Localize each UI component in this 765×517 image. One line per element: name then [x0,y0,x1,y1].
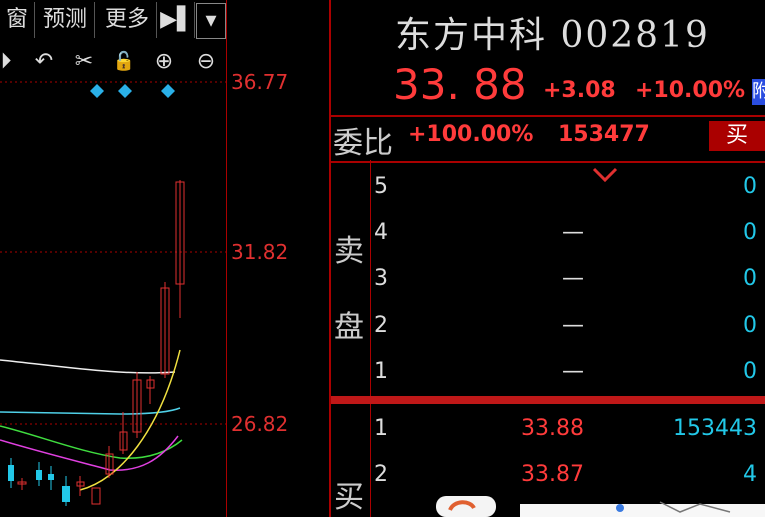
ma-line-magenta [0,435,179,471]
watermark-logo [436,496,765,517]
sell-level: 1 [374,359,388,384]
stock-title: 东方中科 002819 [395,15,710,56]
sell-price: — [562,266,584,291]
buy-level: 2 [374,462,388,487]
chart-border [226,0,227,517]
buy-volume: 4 [743,462,757,487]
buy-price: 33.88 [521,416,584,441]
sell-level: 5 [374,174,388,199]
orderbook-separator [370,404,371,517]
buy-side-label: 买 [334,480,364,515]
price-change: +3.08 [543,78,616,103]
buy-level: 1 [374,416,388,441]
price-axis-label: 36.77 [231,70,289,94]
sell-level: 4 [374,220,388,245]
sell-volume: 0 [743,220,757,245]
orderbook-separator [370,160,371,396]
sell-label: 卖 [334,234,364,269]
sell-volume: 0 [743,266,757,291]
sell-level: 2 [374,313,388,338]
event-marker [90,84,104,98]
last-price: 33. 88 [393,60,527,109]
ma-line-white [0,359,176,374]
book-divider [331,396,765,404]
buy-button[interactable]: 买 [709,121,765,151]
price-axis-label: 31.82 [231,240,289,264]
candle [91,487,101,505]
ma-line-green [0,425,183,459]
sell-price: — [562,220,584,245]
weibi-label: 委比 [333,126,393,161]
sell-volume: 0 [743,313,757,338]
buy-volume: 153443 [673,416,757,441]
sell-price: — [562,359,584,384]
weibi-percent: +100.00% [408,122,534,147]
sell-volume: 0 [743,174,757,199]
event-marker [118,84,132,98]
sell-volume: 0 [743,359,757,384]
weibi-value: 153477 [558,122,650,147]
price-change-pct: +10.00% [635,78,746,103]
sell-price: — [562,313,584,338]
ma-line-cyan [0,407,181,415]
side-tag[interactable]: 附 [752,79,765,105]
sell-level: 3 [374,266,388,291]
kline-chart-panel[interactable]: 窗 预测 更多 ▶▌ ▾ ⏵ ↶ ✂ 🔓 ⊕ ⊖ 36.77 31.82 26.… [0,0,330,517]
buy-price: 33.87 [521,462,584,487]
chevron-down-icon[interactable] [590,160,620,190]
price-axis-label: 26.82 [231,412,289,436]
weibi-row [331,115,765,163]
sell-label: 盘 [334,310,364,345]
event-marker [161,84,175,98]
